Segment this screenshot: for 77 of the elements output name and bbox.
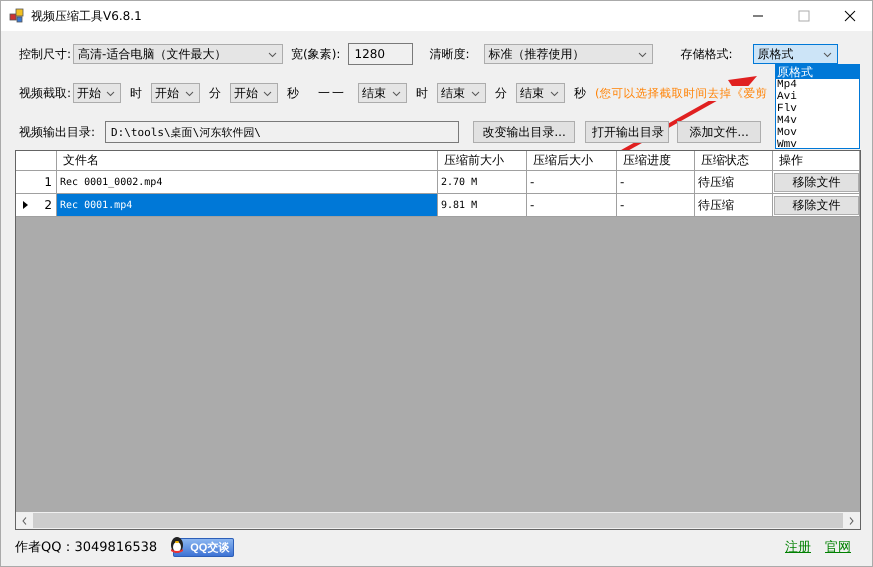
time-combo[interactable]: 开始 — [73, 83, 122, 103]
format-option[interactable]: Mov — [776, 127, 859, 139]
separator-text: 一一 — [318, 84, 346, 102]
table-cell: - — [527, 171, 617, 194]
table-cell: - — [527, 194, 617, 217]
horizontal-scrollbar[interactable] — [16, 512, 860, 529]
column-header[interactable]: 文件名 — [57, 151, 438, 171]
caret-icon[interactable] — [268, 52, 278, 58]
hint-text: (您可以选择截取时间去掉《爱剪 — [595, 86, 768, 100]
caret-icon[interactable] — [822, 52, 832, 58]
column-header[interactable]: 压缩前大小 — [438, 151, 527, 171]
remove-file-button[interactable]: 移除文件 — [774, 172, 859, 192]
time-combo[interactable]: 结束 — [516, 83, 566, 103]
caret-icon[interactable] — [106, 91, 116, 97]
action-button[interactable]: 打开输出目录 — [585, 121, 670, 143]
table-cell: 待压缩 — [695, 171, 773, 194]
caret-icon[interactable] — [550, 91, 560, 97]
format-combo[interactable]: 原格式 — [752, 44, 838, 64]
width-label: 宽(象素): — [291, 46, 340, 62]
column-header[interactable]: 压缩进度 — [617, 151, 695, 171]
caret-icon[interactable] — [638, 52, 646, 58]
size-label: 控制尺寸: — [19, 46, 72, 62]
row-header[interactable]: 2 — [16, 194, 57, 217]
output-path-field[interactable]: D:\tools\桌面\河东软件园\ — [105, 121, 460, 143]
action-button[interactable]: 添加文件... — [677, 121, 762, 143]
window-title: 视频压缩工具V6.8.1 — [31, 8, 142, 24]
time-combo[interactable]: 开始 — [151, 83, 200, 103]
table-cell: - — [617, 194, 695, 217]
app-icon — [9, 8, 25, 24]
quality-combo[interactable]: 标准（推荐使用） — [484, 44, 652, 64]
size-combo[interactable]: 高清-适合电脑（文件最大） — [73, 44, 284, 64]
quality-label: 清晰度: — [429, 46, 470, 62]
table-cell: - — [617, 171, 695, 194]
time-combo[interactable]: 结束 — [437, 83, 486, 103]
column-header[interactable]: 压缩状态 — [695, 151, 773, 171]
width-field[interactable]: 1280 — [348, 43, 414, 65]
table-cell: 9.81 M — [438, 194, 527, 217]
footer-link[interactable]: 注册 — [785, 538, 811, 556]
format-option[interactable]: M4v — [776, 115, 859, 127]
caret-icon[interactable] — [392, 91, 402, 97]
author-text: 作者QQ：3049816538 — [15, 539, 158, 556]
unit-label: 秒 — [574, 84, 586, 102]
row-number: 1 — [44, 175, 52, 189]
format-option[interactable]: Avi — [776, 91, 859, 103]
format-option[interactable]: 原格式 — [776, 65, 859, 79]
unit-label: 时 — [130, 84, 142, 102]
time-combo[interactable]: 结束 — [358, 83, 408, 103]
clip-label: 视频截取: — [19, 84, 72, 102]
format-label: 存储格式: — [680, 46, 733, 62]
action-button[interactable]: 改变输出目录... — [473, 121, 576, 143]
format-option[interactable]: Mp4 — [776, 79, 859, 91]
caret-icon[interactable] — [471, 91, 480, 97]
caret-icon[interactable] — [263, 91, 272, 97]
row-header[interactable]: 1 — [16, 171, 57, 194]
column-header[interactable]: 操作 — [773, 151, 860, 171]
current-row-icon — [23, 201, 28, 209]
penguin-icon — [169, 536, 186, 554]
row-number: 2 — [44, 198, 52, 212]
unit-label: 秒 — [287, 84, 300, 102]
close-icon[interactable] — [844, 10, 856, 22]
table-cell: 2.70 M — [438, 171, 527, 194]
unit-label: 时 — [416, 84, 428, 102]
scroll-left-icon[interactable] — [22, 516, 27, 524]
unit-label: 分 — [495, 84, 508, 102]
column-header[interactable]: 压缩后大小 — [527, 151, 617, 171]
table-cell: Rec 0001_0002.mp4 — [57, 171, 438, 194]
table-cell: Rec 0001.mp4 — [57, 194, 438, 217]
footer-link[interactable]: 官网 — [825, 538, 851, 556]
unit-label: 分 — [209, 84, 222, 102]
format-option[interactable]: Wmv — [776, 139, 859, 148]
caret-icon[interactable] — [185, 91, 194, 97]
time-combo[interactable]: 开始 — [230, 83, 278, 103]
scroll-right-icon[interactable] — [849, 516, 854, 524]
format-option[interactable]: Flv — [776, 103, 859, 115]
remove-file-button[interactable]: 移除文件 — [774, 196, 859, 214]
table-cell: 待压缩 — [695, 194, 773, 217]
output-label: 视频输出目录: — [19, 124, 96, 140]
